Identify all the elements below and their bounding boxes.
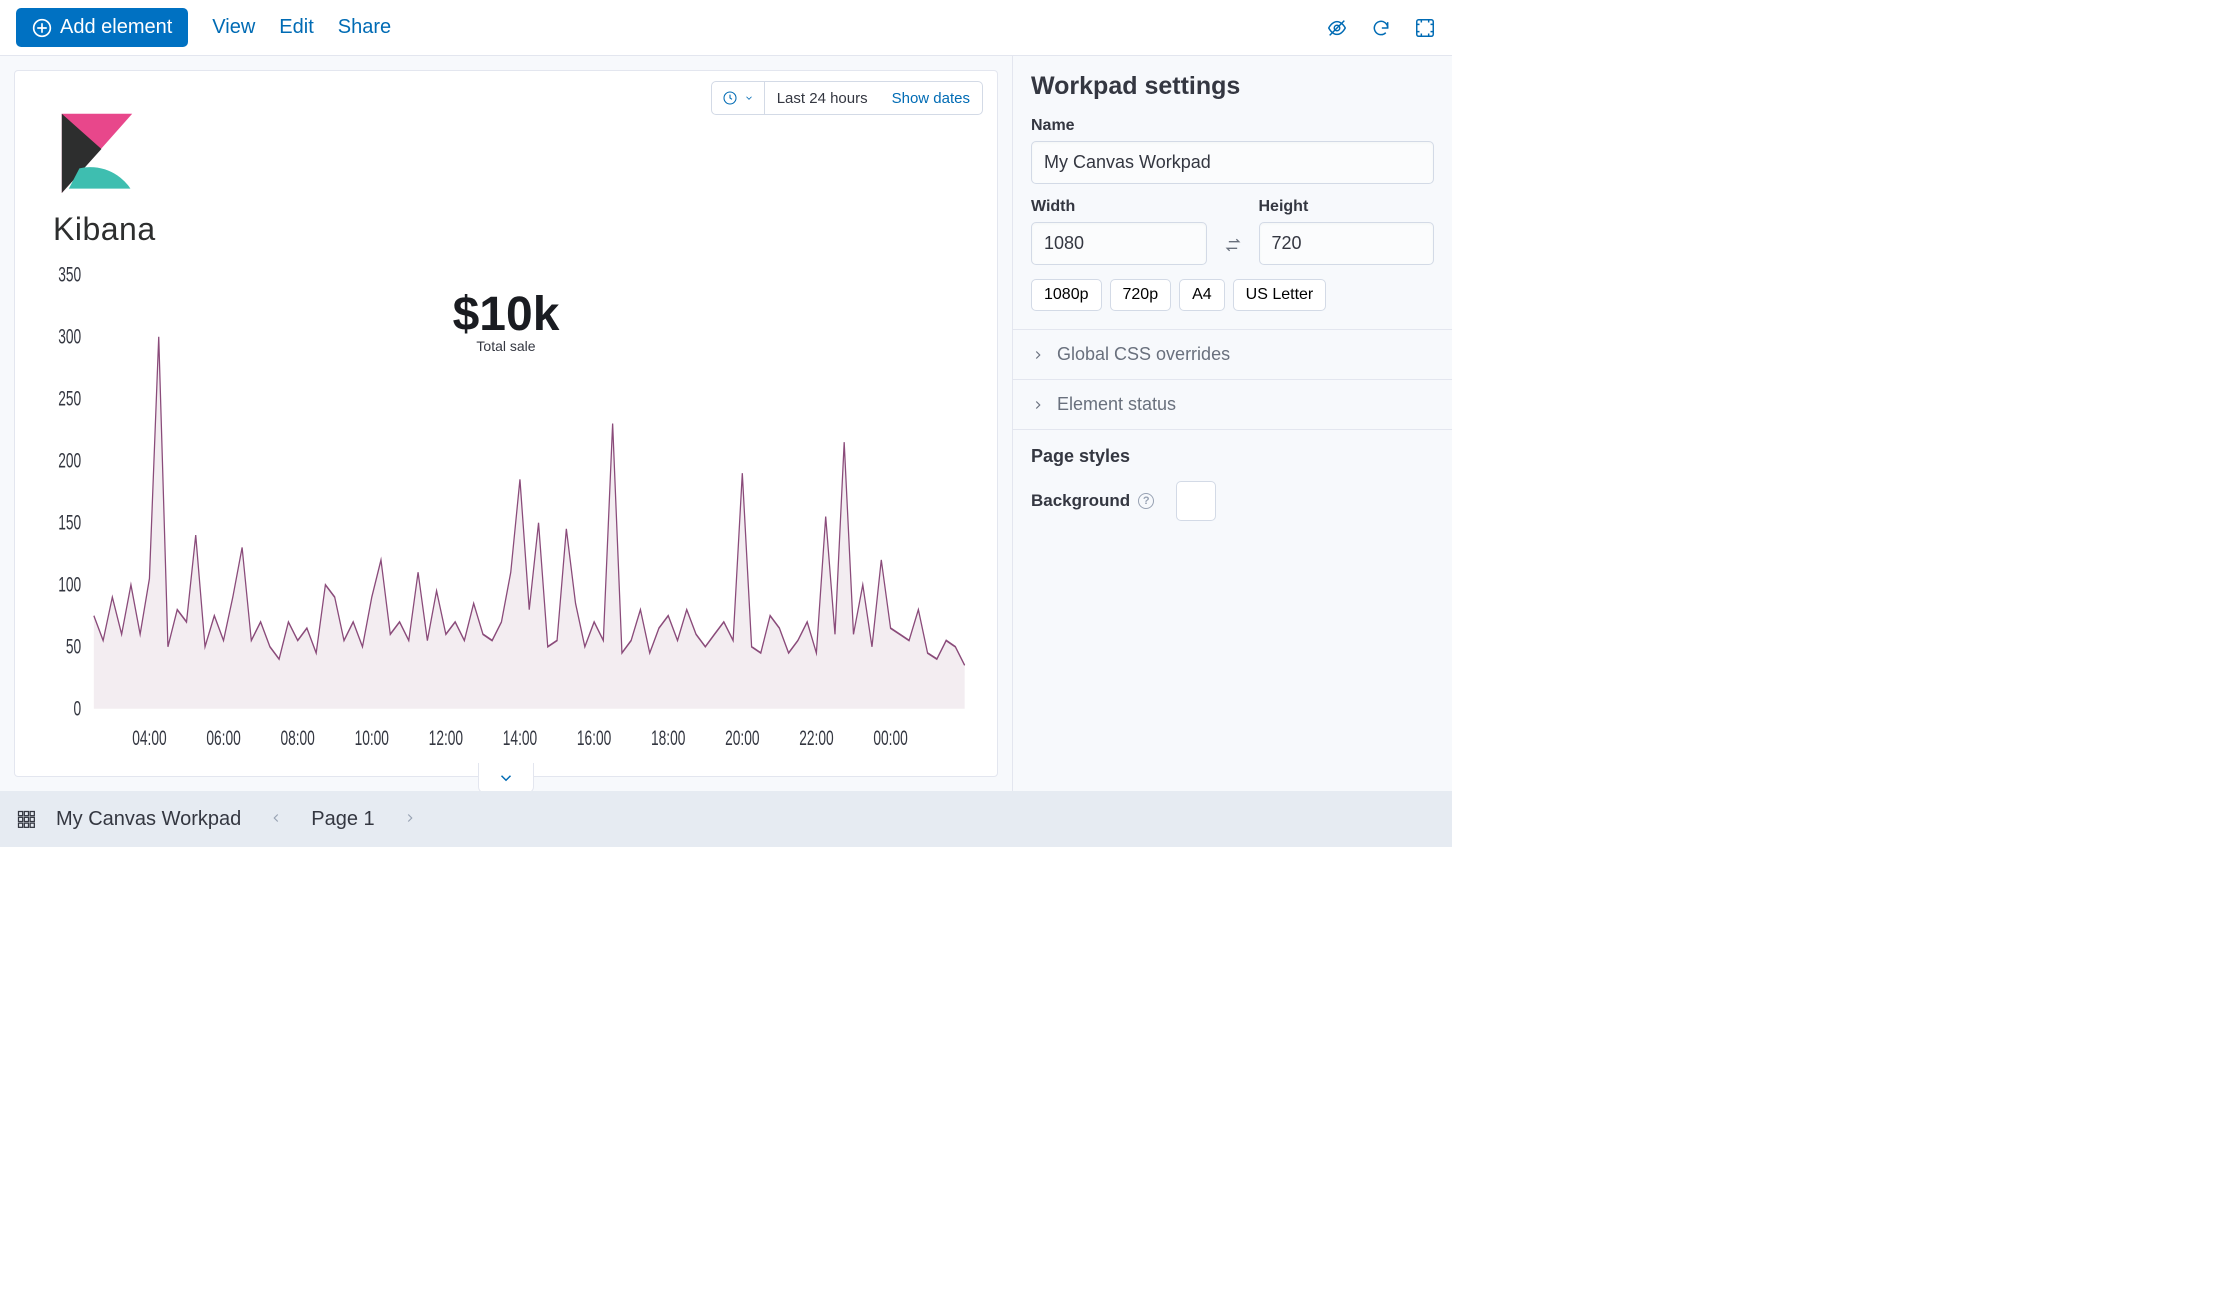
- canvas-area: Last 24 hours Show dates Kibana $10k Tot…: [0, 56, 1012, 791]
- preset-a4[interactable]: A4: [1179, 279, 1225, 311]
- accordion-element-status[interactable]: Element status: [1013, 379, 1452, 430]
- svg-text:10:00: 10:00: [355, 726, 389, 750]
- hide-edit-controls-icon[interactable]: [1326, 17, 1348, 39]
- svg-text:200: 200: [58, 448, 81, 472]
- area-chart: 0 50 100 150 200 250 300 350 04:00 06:00 08:00 10:…: [41, 265, 971, 758]
- topbar: Add element View Edit Share: [0, 0, 1452, 56]
- next-page-button[interactable]: [395, 804, 425, 835]
- page-styles-title: Page styles: [1031, 446, 1434, 467]
- plus-circle-icon: [32, 18, 52, 38]
- workpad-name-input[interactable]: [1031, 141, 1434, 184]
- workpad-name-display: My Canvas Workpad: [56, 808, 241, 831]
- size-presets: 1080p 720p A4 US Letter: [1031, 279, 1434, 311]
- height-input[interactable]: [1259, 222, 1435, 265]
- svg-text:14:00: 14:00: [503, 726, 537, 750]
- menu-edit[interactable]: Edit: [279, 16, 313, 39]
- svg-text:22:00: 22:00: [799, 726, 833, 750]
- svg-text:16:00: 16:00: [577, 726, 611, 750]
- settings-title: Workpad settings: [1013, 56, 1452, 117]
- chevron-left-icon: [269, 811, 283, 825]
- time-filter: Last 24 hours Show dates: [711, 81, 983, 115]
- menu-share[interactable]: Share: [338, 16, 391, 39]
- swap-icon: [1223, 235, 1243, 255]
- chevron-down-icon: [744, 93, 754, 103]
- chevron-right-icon: [1031, 348, 1045, 362]
- settings-panel: Workpad settings Name Width Height: [1012, 56, 1452, 791]
- menu-links: View Edit Share: [212, 16, 391, 39]
- name-label: Name: [1031, 117, 1434, 135]
- grid-icon[interactable]: [16, 809, 36, 829]
- svg-text:100: 100: [58, 572, 81, 596]
- info-icon[interactable]: ?: [1138, 493, 1154, 509]
- svg-text:04:00: 04:00: [132, 726, 166, 750]
- page-indicator[interactable]: Page 1: [311, 808, 374, 831]
- chevron-right-icon: [403, 811, 417, 825]
- width-input[interactable]: [1031, 222, 1207, 265]
- time-filter-quick-select[interactable]: [712, 82, 765, 114]
- prev-page-button[interactable]: [261, 804, 291, 835]
- time-range-label: Last 24 hours: [765, 90, 880, 107]
- chevron-down-icon: [497, 769, 515, 787]
- kibana-logo: Kibana: [53, 105, 156, 248]
- svg-text:300: 300: [58, 324, 81, 348]
- kibana-logo-text: Kibana: [53, 211, 156, 248]
- kibana-logo-icon: [53, 105, 141, 193]
- svg-text:150: 150: [58, 510, 81, 534]
- svg-text:08:00: 08:00: [280, 726, 314, 750]
- svg-text:18:00: 18:00: [651, 726, 685, 750]
- bottom-bar: My Canvas Workpad Page 1: [0, 791, 1452, 847]
- workpad-page[interactable]: Last 24 hours Show dates Kibana $10k Tot…: [14, 70, 998, 777]
- svg-text:12:00: 12:00: [429, 726, 463, 750]
- height-label: Height: [1259, 198, 1435, 216]
- menu-view[interactable]: View: [212, 16, 255, 39]
- svg-text:350: 350: [58, 265, 81, 286]
- width-label: Width: [1031, 198, 1207, 216]
- svg-text:20:00: 20:00: [725, 726, 759, 750]
- chevron-right-icon: [1031, 398, 1045, 412]
- svg-text:00:00: 00:00: [873, 726, 907, 750]
- svg-text:0: 0: [74, 696, 82, 720]
- preset-usletter[interactable]: US Letter: [1233, 279, 1327, 311]
- accordion-global-css[interactable]: Global CSS overrides: [1013, 329, 1452, 379]
- preset-720p[interactable]: 720p: [1110, 279, 1172, 311]
- fullscreen-icon[interactable]: [1414, 17, 1436, 39]
- refresh-icon[interactable]: [1370, 17, 1392, 39]
- show-dates-link[interactable]: Show dates: [880, 90, 982, 107]
- page-tray-toggle[interactable]: [478, 763, 534, 791]
- svg-text:50: 50: [66, 634, 81, 658]
- background-label: Background: [1031, 491, 1130, 511]
- svg-text:250: 250: [58, 386, 81, 410]
- add-element-button[interactable]: Add element: [16, 8, 188, 47]
- background-color-swatch[interactable]: [1176, 481, 1216, 521]
- swap-dimensions-button[interactable]: [1219, 225, 1247, 265]
- preset-1080p[interactable]: 1080p: [1031, 279, 1102, 311]
- clock-icon: [722, 90, 738, 106]
- svg-text:06:00: 06:00: [206, 726, 240, 750]
- add-element-label: Add element: [60, 16, 172, 39]
